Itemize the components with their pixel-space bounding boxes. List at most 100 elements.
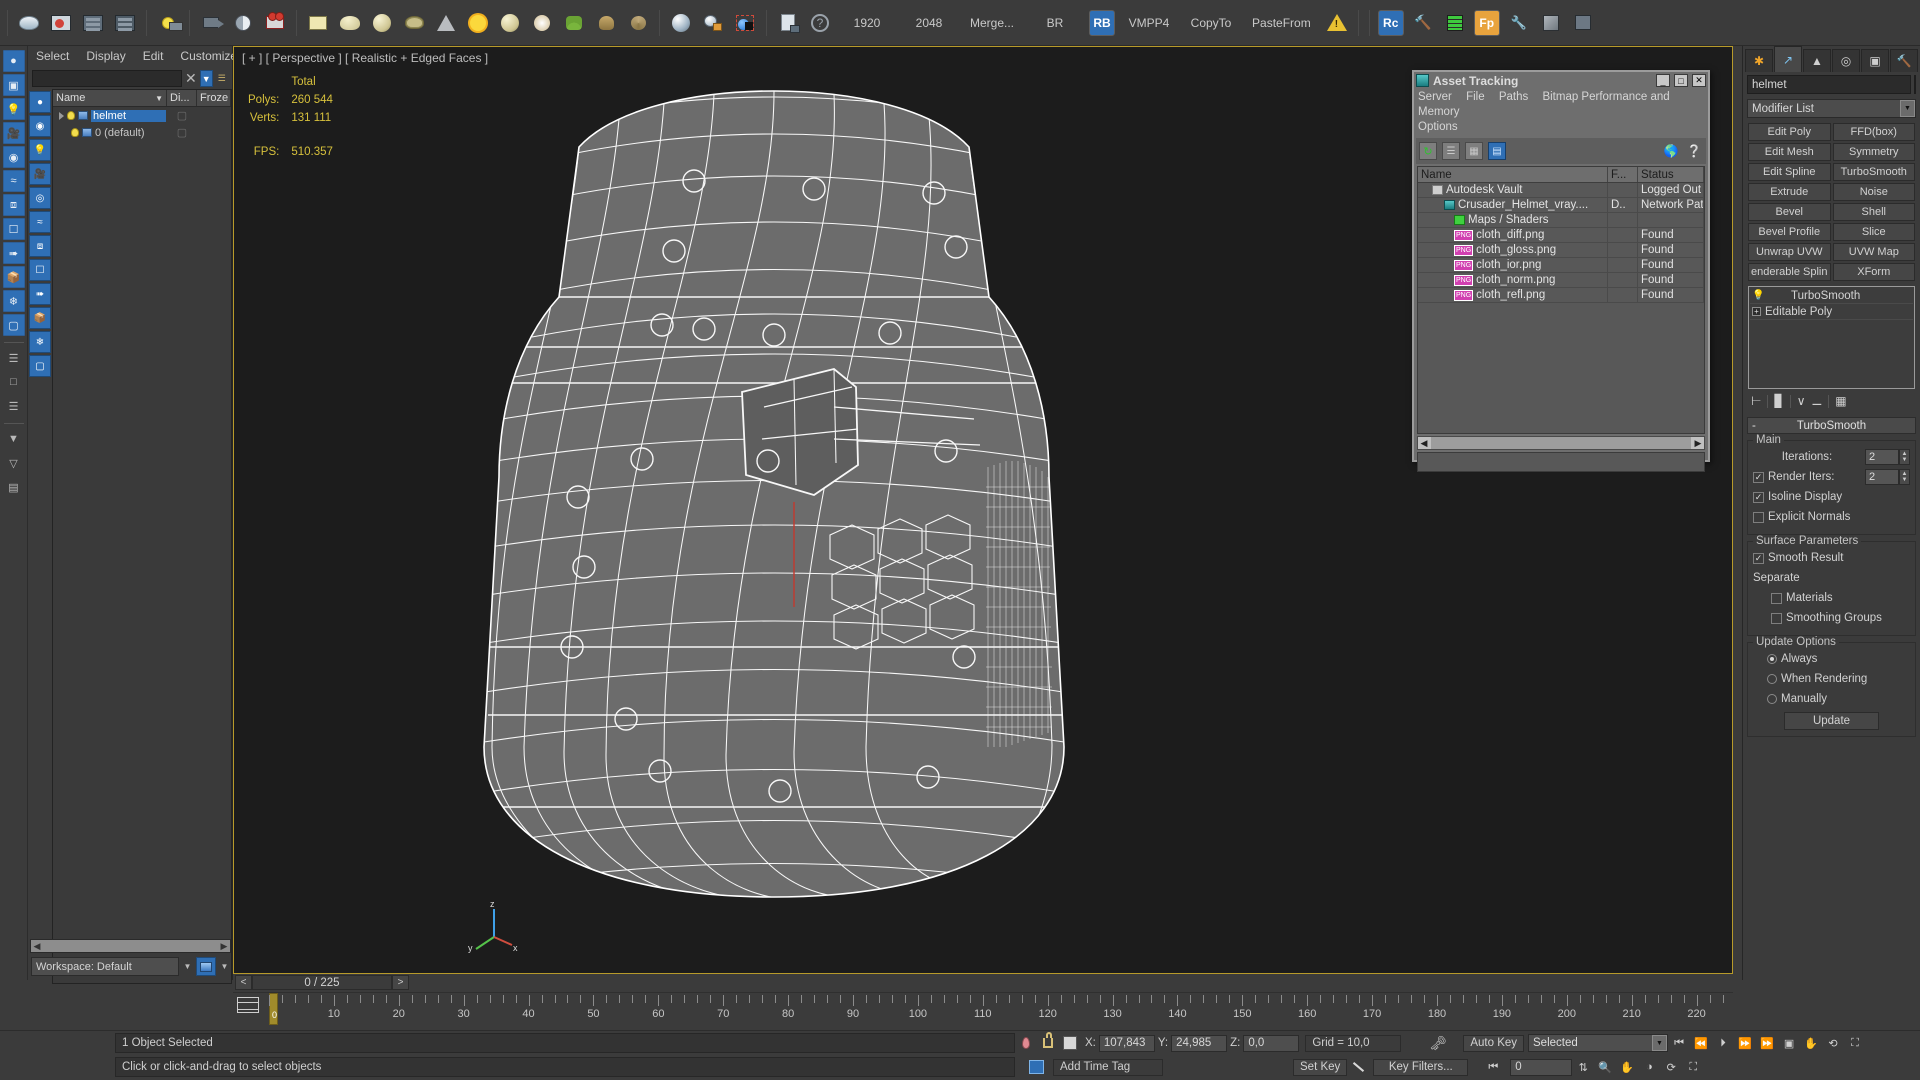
- fp-badge-button[interactable]: Fp: [1473, 9, 1500, 36]
- create-tab[interactable]: ✱: [1745, 49, 1773, 72]
- asset-list-hscrollbar[interactable]: ◀ ▶: [1417, 436, 1705, 450]
- asset-box-icon[interactable]: 📦: [2, 266, 25, 288]
- column-name[interactable]: Name ▼: [53, 90, 167, 106]
- col-status[interactable]: Status: [1638, 167, 1704, 182]
- utilities-tab[interactable]: 🔨: [1890, 49, 1918, 72]
- minimize-button[interactable]: _: [1656, 74, 1670, 87]
- search-input[interactable]: [32, 70, 182, 87]
- modifier-list-dropdown[interactable]: Modifier List ▼: [1747, 99, 1916, 118]
- y-field[interactable]: 24,985: [1171, 1034, 1228, 1052]
- pin-stack-icon[interactable]: ⊢: [1751, 394, 1761, 408]
- col-name[interactable]: Name: [1418, 167, 1608, 182]
- key-filters-button[interactable]: Key Filters...: [1373, 1058, 1469, 1076]
- modifier-button-xform[interactable]: XForm: [1832, 263, 1915, 281]
- blank-page-icon[interactable]: □: [3, 371, 25, 393]
- display-cell[interactable]: ▢: [167, 109, 197, 122]
- menu-bitmap-performance[interactable]: Bitmap Performance and Memory: [1418, 91, 1670, 118]
- col-f[interactable]: F...: [1608, 167, 1638, 182]
- res-height-button[interactable]: 2048: [900, 10, 958, 36]
- groups-filter-icon[interactable]: ☐: [29, 259, 51, 281]
- modifier-button-edit-poly[interactable]: Edit Poly: [1748, 123, 1831, 141]
- asset-tracking-list[interactable]: Name F... Status Autodesk Vault Logged Ou…: [1417, 166, 1705, 434]
- explorer-row-helmet[interactable]: helmet ▢: [53, 107, 231, 124]
- hidden-filter-icon[interactable]: ▢: [29, 355, 51, 377]
- vray-blend-icon[interactable]: [730, 8, 760, 38]
- asset-row[interactable]: PNG cloth_diff.png Found: [1418, 228, 1704, 243]
- hscroll-left-arrow[interactable]: ◀: [1418, 438, 1430, 449]
- modifier-button-edit-mesh[interactable]: Edit Mesh: [1748, 143, 1831, 161]
- field-of-view-icon[interactable]: ◑: [1638, 1057, 1660, 1077]
- link-icon[interactable]: ➠: [2, 242, 25, 264]
- teapot-icon[interactable]: [14, 8, 44, 38]
- clear-search-icon[interactable]: ✕: [185, 70, 197, 87]
- modifier-toggle-bulb-icon[interactable]: 💡: [1752, 290, 1764, 301]
- filter-funnel-icon[interactable]: ▼: [199, 70, 213, 87]
- key-ramp-icon[interactable]: [1347, 1057, 1369, 1077]
- modifier-button-noise[interactable]: Noise: [1832, 183, 1915, 201]
- explorer-horizontal-scrollbar[interactable]: ◀ ▶: [30, 939, 231, 953]
- timeline-ruler[interactable]: 0 10 20 30 40 50 60 70 80 90 100 110 120 130 140 150 16…: [233, 992, 1733, 1026]
- next-frame-icon[interactable]: ⏩: [1734, 1033, 1756, 1053]
- spacewarp-filter-icon[interactable]: ≈: [29, 211, 51, 233]
- viewport-cube-icon[interactable]: [1025, 1057, 1047, 1077]
- when-rendering-radio[interactable]: [1767, 674, 1777, 684]
- render-iters-spinner[interactable]: 2 ▲ ▼: [1865, 469, 1910, 485]
- menu-server[interactable]: Server: [1418, 91, 1452, 103]
- modifier-button-ffd-box-[interactable]: FFD(box): [1832, 123, 1915, 141]
- scroll-right-arrow[interactable]: ▶: [218, 941, 230, 952]
- explicit-normals-row[interactable]: Explicit Normals: [1753, 508, 1910, 526]
- workspace-dropdown-icon[interactable]: ▼: [182, 962, 193, 971]
- menu-customize[interactable]: Customize: [180, 49, 237, 63]
- res-width-button[interactable]: 1920: [838, 10, 896, 36]
- modifier-button-bevel[interactable]: Bevel: [1748, 203, 1831, 221]
- pastefrom-button[interactable]: PasteFrom: [1244, 10, 1319, 36]
- menu-select[interactable]: Select: [36, 49, 69, 63]
- display-tab[interactable]: ▣: [1861, 49, 1889, 72]
- vray-proxy-icon[interactable]: [698, 8, 728, 38]
- go-to-start-icon[interactable]: ⏮: [1668, 1033, 1690, 1053]
- list-panel-icon[interactable]: [1568, 8, 1598, 38]
- modifier-button-edit-spline[interactable]: Edit Spline: [1748, 163, 1831, 181]
- geometry-filter-icon[interactable]: ●: [29, 91, 51, 113]
- materials-row[interactable]: Materials: [1753, 589, 1910, 607]
- lock-selection-icon[interactable]: [1037, 1032, 1059, 1053]
- hscroll-right-arrow[interactable]: ▶: [1692, 438, 1704, 449]
- remove-modifier-icon[interactable]: ⚊: [1811, 394, 1822, 408]
- pin-stack-marker-icon[interactable]: [1015, 1033, 1037, 1053]
- page-lines-icon[interactable]: ☰: [3, 395, 25, 417]
- stack-item-turbosmooth[interactable]: 💡 TurboSmooth: [1750, 288, 1913, 304]
- render-iters-checkbox[interactable]: ✓: [1753, 471, 1764, 483]
- list-view-icon[interactable]: ☰: [1442, 142, 1460, 160]
- next-frame-button[interactable]: >: [392, 975, 409, 990]
- render-camera-icon[interactable]: [260, 8, 290, 38]
- asset-row[interactable]: PNG cloth_ior.png Found: [1418, 258, 1704, 273]
- render-iters-value[interactable]: 2: [1865, 469, 1899, 485]
- close-button[interactable]: ✕: [1692, 74, 1706, 87]
- show-end-result-icon[interactable]: ▊: [1774, 394, 1783, 408]
- visibility-bulb-icon[interactable]: [67, 111, 75, 120]
- auto-key-button[interactable]: Auto Key: [1463, 1034, 1525, 1052]
- isoline-display-checkbox[interactable]: ✓: [1753, 491, 1764, 503]
- iterations-value[interactable]: 2: [1865, 449, 1899, 465]
- rollout-collapse-icon[interactable]: -: [1752, 420, 1756, 432]
- always-row[interactable]: Always: [1753, 650, 1910, 668]
- xrefs-filter-icon[interactable]: ➠: [29, 283, 51, 305]
- refresh-icon[interactable]: ↻: [1419, 142, 1437, 160]
- wave-icon[interactable]: ≈: [2, 170, 25, 192]
- menu-display[interactable]: Display: [86, 49, 125, 63]
- maximize-toggle-icon[interactable]: ⛶: [1682, 1057, 1704, 1077]
- configure-sets-icon[interactable]: ▦: [1835, 394, 1846, 408]
- maximize-button[interactable]: □: [1674, 74, 1688, 87]
- modifier-button-symmetry[interactable]: Symmetry: [1832, 143, 1915, 161]
- isoline-display-row[interactable]: ✓ Isoline Display: [1753, 488, 1910, 506]
- plane-primitive-icon[interactable]: [303, 8, 333, 38]
- key-mode-icon[interactable]: ⏩: [1756, 1033, 1778, 1053]
- vray-sphere-icon[interactable]: [666, 8, 696, 38]
- when-rendering-row[interactable]: When Rendering: [1753, 670, 1910, 688]
- filter-icon[interactable]: ▼: [3, 428, 25, 450]
- keyframe-range-icon[interactable]: [237, 997, 259, 1013]
- camera-icon[interactable]: [196, 8, 226, 38]
- smooth-result-checkbox[interactable]: ✓: [1753, 552, 1764, 564]
- scroll-left-arrow[interactable]: ◀: [31, 941, 43, 952]
- render-frame-window-icon[interactable]: [110, 8, 140, 38]
